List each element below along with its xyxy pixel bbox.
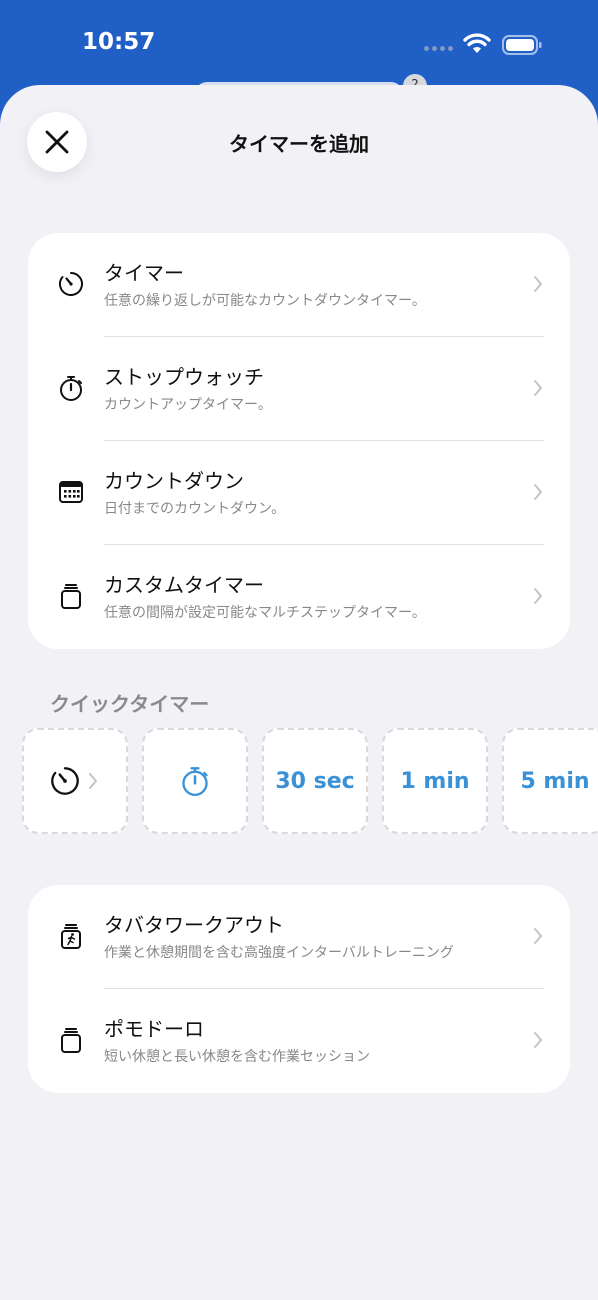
sheet-title: タイマーを追加 bbox=[229, 132, 369, 156]
item-title: カスタムタイマー bbox=[104, 573, 264, 597]
list-item-countdown[interactable]: カウントダウン 日付までのカウントダウン。 bbox=[28, 441, 570, 545]
chevron-right-icon bbox=[534, 276, 542, 292]
chevron-right-icon bbox=[534, 1032, 542, 1048]
jar-icon bbox=[61, 584, 81, 609]
item-title: タバタワークアウト bbox=[104, 913, 284, 937]
item-title: カウントダウン bbox=[104, 469, 244, 493]
chevron-right-icon bbox=[534, 380, 542, 396]
item-title: ストップウォッチ bbox=[104, 365, 264, 389]
timer-icon bbox=[51, 767, 79, 795]
item-subtitle: 任意の間隔が設定可能なマルチステップタイマー。 bbox=[104, 605, 426, 621]
quick-timer-more-button[interactable] bbox=[22, 728, 128, 834]
chevron-right-icon bbox=[534, 928, 542, 944]
item-subtitle: 短い休憩と長い休憩を含む作業セッション bbox=[104, 1049, 370, 1065]
stopwatch-icon bbox=[60, 376, 82, 401]
workout-jar-icon bbox=[61, 924, 81, 949]
list-item-pomodoro[interactable]: ポモドーロ 短い休憩と長い休憩を含む作業セッション bbox=[28, 989, 570, 1093]
item-subtitle: カウントアップタイマー。 bbox=[104, 397, 272, 413]
list-item-tabata[interactable]: タバタワークアウト 作業と休憩期間を含む高強度インターバルトレーニング bbox=[28, 885, 570, 989]
timer-icon bbox=[59, 272, 83, 296]
timer-type-list: タイマー 任意の繰り返しが可能なカウントダウンタイマー。 ストップウォッチ カウ… bbox=[28, 233, 570, 649]
quick-timer-label: 5 min bbox=[520, 768, 590, 794]
wifi-icon bbox=[463, 33, 491, 53]
list-item-timer[interactable]: タイマー 任意の繰り返しが可能なカウントダウンタイマー。 bbox=[28, 233, 570, 337]
item-subtitle: 作業と休憩期間を含む高強度インターバルトレーニング bbox=[104, 945, 454, 961]
battery-icon bbox=[502, 35, 542, 55]
quick-timer-section-label: クイックタイマー bbox=[50, 692, 210, 716]
status-bar: 10:57 2 bbox=[0, 0, 598, 98]
quick-timer-5min[interactable]: 5 min bbox=[502, 728, 598, 834]
item-subtitle: 任意の繰り返しが可能なカウントダウンタイマー。 bbox=[104, 293, 426, 309]
item-subtitle: 日付までのカウントダウン。 bbox=[104, 501, 286, 517]
cellular-signal-icon bbox=[424, 46, 453, 51]
list-item-custom-timer[interactable]: カスタムタイマー 任意の間隔が設定可能なマルチステップタイマー。 bbox=[28, 545, 570, 649]
status-time: 10:57 bbox=[82, 29, 156, 55]
jar-icon bbox=[61, 1028, 81, 1053]
chevron-right-icon bbox=[534, 484, 542, 500]
quick-stopwatch-button[interactable] bbox=[142, 728, 248, 834]
quick-timer-1min[interactable]: 1 min bbox=[382, 728, 488, 834]
calendar-icon bbox=[59, 481, 83, 503]
preset-list: タバタワークアウト 作業と休憩期間を含む高強度インターバルトレーニング ポモドー… bbox=[28, 885, 570, 1093]
item-title: タイマー bbox=[104, 261, 184, 285]
quick-timer-row: 30 sec 1 min 5 min bbox=[22, 728, 598, 836]
item-title: ポモドーロ bbox=[104, 1017, 204, 1041]
chevron-right-icon bbox=[89, 773, 97, 789]
chevron-right-icon bbox=[534, 588, 542, 604]
stopwatch-icon bbox=[182, 767, 208, 796]
quick-timer-label: 30 sec bbox=[275, 768, 355, 794]
quick-timer-30sec[interactable]: 30 sec bbox=[262, 728, 368, 834]
add-timer-sheet: タイマーを追加 タイマー 任意の繰り返しが可能なカウントダウンタイマー。 ストッ… bbox=[0, 85, 598, 1300]
list-item-stopwatch[interactable]: ストップウォッチ カウントアップタイマー。 bbox=[28, 337, 570, 441]
quick-timer-label: 1 min bbox=[400, 768, 470, 794]
